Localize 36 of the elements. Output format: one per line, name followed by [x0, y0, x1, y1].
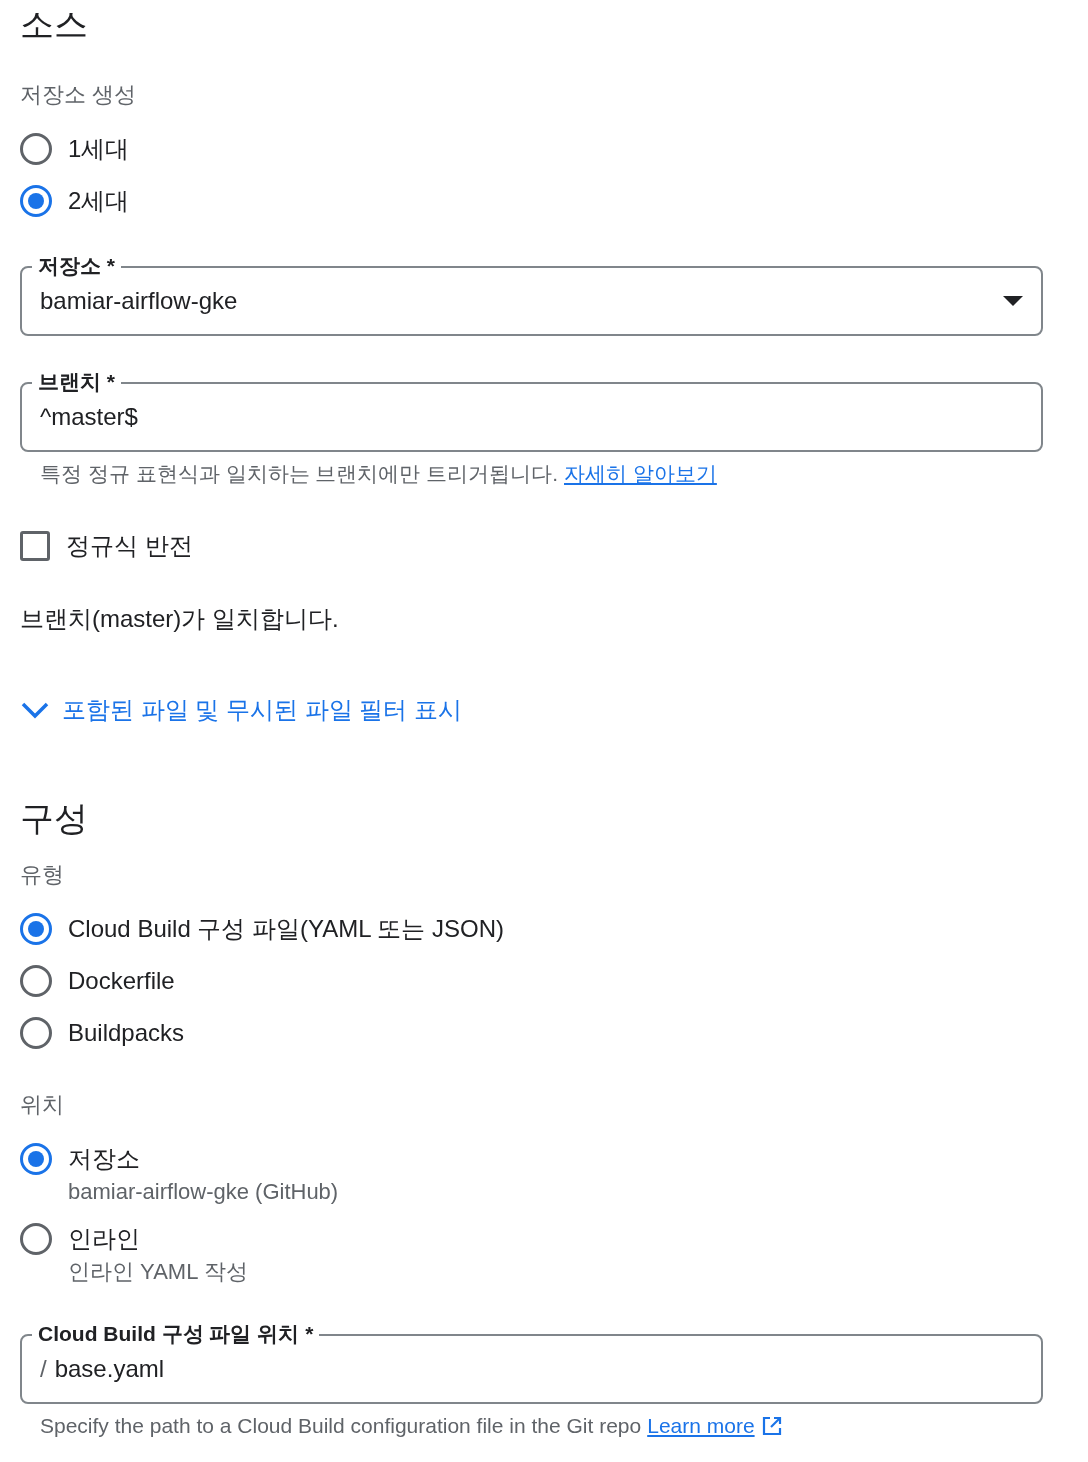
radio-label: 1세대 [68, 134, 130, 164]
radio-button[interactable] [20, 1223, 52, 1255]
field-value: ^master$ [40, 402, 138, 432]
helper-text: 특정 정규 표현식과 일치하는 브랜치에만 트리거됩니다. [40, 461, 558, 487]
radio-label: Buildpacks [68, 1018, 185, 1048]
match-message: 브랜치(master)가 일치합니다. [20, 604, 340, 634]
radio-button[interactable] [20, 1017, 52, 1049]
radio-label: 2세대 [68, 186, 130, 216]
checkbox[interactable] [20, 531, 50, 561]
radio-button[interactable] [20, 1143, 52, 1175]
radio-label: Cloud Build 구성 파일(YAML 또는 JSON) [68, 914, 505, 944]
radio-description: bamiar-airflow-gke (GitHub) [68, 1178, 339, 1206]
field-value: base.yaml [54, 1354, 165, 1384]
external-link-icon [760, 1415, 783, 1437]
radio-button[interactable] [20, 913, 52, 945]
helper-text: Specify the path to a Cloud Build configuration file in the Git repo [40, 1413, 642, 1439]
radio-label: Dockerfile [68, 966, 175, 996]
learn-more-link[interactable]: 자세히 알아보기 [564, 458, 717, 490]
dropdown-caret-icon [1003, 296, 1023, 306]
radio-description: 인라인 YAML 작성 [68, 1258, 248, 1286]
section-title: 소스 [20, 4, 89, 45]
checkbox-label: 정규식 반전 [66, 531, 193, 561]
radio-button[interactable] [20, 965, 52, 997]
radio-label: 저장소 [68, 1144, 141, 1174]
group-label: 유형 [20, 861, 65, 889]
radio-button[interactable] [20, 185, 52, 217]
radio-label: 인라인 [68, 1224, 141, 1254]
radio-button[interactable] [20, 133, 52, 165]
filter-toggle[interactable]: 포함된 파일 및 무시된 파일 필터 표시 [20, 692, 462, 728]
group-label: 저장소 생성 [20, 81, 138, 109]
select-value: bamiar-airflow-gke [40, 286, 239, 316]
learn-more-link[interactable]: Learn more [647, 1410, 755, 1442]
chevron-down-icon [20, 701, 50, 719]
path-prefix: / [40, 1354, 47, 1384]
section-title: 구성 [20, 798, 89, 839]
group-label: 위치 [20, 1091, 65, 1119]
